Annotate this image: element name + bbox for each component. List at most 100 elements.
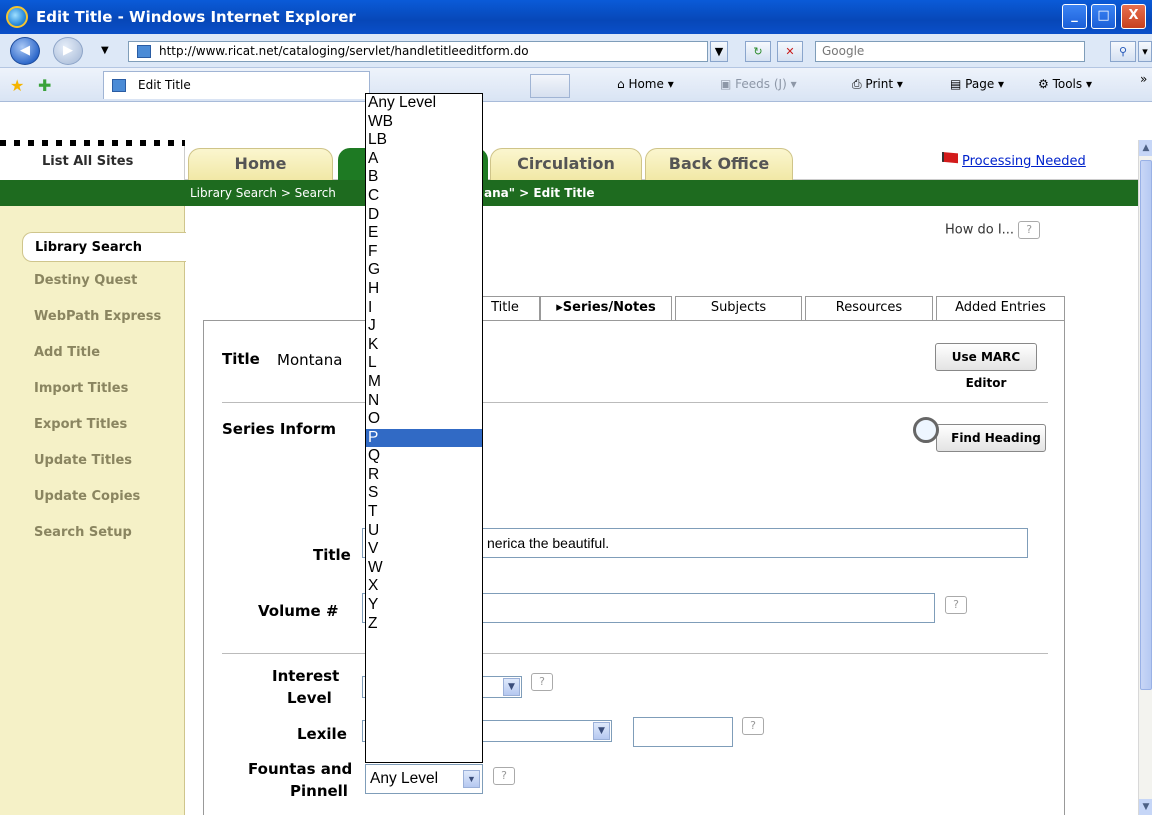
lexile-help-icon[interactable]: ? <box>742 717 764 735</box>
favorites-star-icon[interactable]: ★ <box>10 76 24 95</box>
dropdown-option[interactable]: K <box>366 336 482 355</box>
dropdown-option[interactable]: Q <box>366 447 482 466</box>
sidebar-item-import-titles[interactable]: Import Titles <box>34 381 128 396</box>
search-options-dropdown-icon[interactable]: ▾ <box>1138 41 1152 62</box>
home-button[interactable]: ⌂ Home ▾ <box>617 77 674 91</box>
dropdown-option[interactable]: Z <box>366 615 482 634</box>
scrollbar-thumb[interactable] <box>1140 160 1152 690</box>
tab-series-notes-label: Series/Notes <box>562 300 656 315</box>
series-title-label: Title <box>313 546 351 564</box>
fountas-pinnell-dropdown-list[interactable]: Any Level WB LB A B C D E F G H I J K L M N O P Q R S T U V W X Y Z <box>365 93 483 763</box>
divider <box>222 653 1048 654</box>
dropdown-option[interactable]: Y <box>366 596 482 615</box>
dropdown-option[interactable]: LB <box>366 131 482 150</box>
scroll-up-icon[interactable]: ▲ <box>1139 140 1152 156</box>
volume-help-icon[interactable]: ? <box>945 596 967 614</box>
find-heading-button[interactable]: Find Heading <box>913 417 1046 452</box>
browser-tab[interactable]: Edit Title <box>103 71 370 99</box>
sidebar-item-update-titles[interactable]: Update Titles <box>34 453 132 468</box>
tab-series-notes[interactable]: ▸Series/Notes <box>540 296 672 320</box>
fountas-pinnell-label-2: Pinnell <box>290 782 348 800</box>
search-icon[interactable]: ⚲ <box>1110 41 1136 62</box>
dropdown-option[interactable]: S <box>366 484 482 503</box>
dropdown-option[interactable]: D <box>366 206 482 225</box>
sidebar-item-export-titles[interactable]: Export Titles <box>34 417 127 432</box>
dropdown-option[interactable]: O <box>366 410 482 429</box>
list-all-sites-link[interactable]: List All Sites <box>0 140 185 180</box>
dropdown-option[interactable]: H <box>366 280 482 299</box>
vertical-scrollbar[interactable]: ▲ ▼ <box>1138 140 1152 815</box>
add-favorite-icon[interactable]: ✚ <box>38 76 51 95</box>
dropdown-option[interactable]: R <box>366 466 482 485</box>
dropdown-option[interactable]: A <box>366 150 482 169</box>
interest-level-label-2: Level <box>287 689 332 707</box>
dropdown-option[interactable]: U <box>366 522 482 541</box>
dropdown-option[interactable]: G <box>366 261 482 280</box>
dropdown-option[interactable]: X <box>366 577 482 596</box>
series-information-heading: Series Inform <box>222 420 336 438</box>
refresh-icon[interactable]: ↻ <box>745 41 771 62</box>
lexile-input[interactable] <box>633 717 733 747</box>
title-value: Montana <box>277 351 343 369</box>
dropdown-option[interactable]: M <box>366 373 482 392</box>
close-button[interactable]: X <box>1121 4 1146 29</box>
print-button[interactable]: ⎙ Print ▾ <box>852 77 903 92</box>
maximize-button[interactable]: □ <box>1091 4 1116 29</box>
dropdown-option[interactable]: C <box>366 187 482 206</box>
feeds-button[interactable]: ▣ Feeds (J) ▾ <box>720 77 797 91</box>
processing-needed-link[interactable]: Processing Needed <box>942 152 1086 169</box>
sidebar-item-search-setup[interactable]: Search Setup <box>34 525 132 540</box>
url-field[interactable]: http://www.ricat.net/cataloging/servlet/… <box>128 41 708 62</box>
tab-resources[interactable]: Resources <box>805 296 933 320</box>
fountas-pinnell-select[interactable]: Any Level ▼ <box>365 764 483 794</box>
chevron-down-icon: ▼ <box>463 770 480 788</box>
tab-subjects[interactable]: Subjects <box>675 296 802 320</box>
dropdown-option[interactable]: V <box>366 540 482 559</box>
recent-pages-dropdown-icon[interactable]: ▼ <box>101 45 109 56</box>
dropdown-option[interactable]: T <box>366 503 482 522</box>
home-label: Home <box>628 77 664 91</box>
breadcrumb-left[interactable]: Library Search > Search <box>190 180 336 206</box>
tab-added-entries[interactable]: Added Entries <box>936 296 1065 320</box>
search-input[interactable]: Google <box>815 41 1085 62</box>
sidebar-item-library-search[interactable]: Library Search <box>22 232 186 262</box>
page-menu-button[interactable]: ▤ Page ▾ <box>950 77 1004 91</box>
dropdown-option[interactable]: N <box>366 392 482 411</box>
window-title-bar: Edit Title - Windows Internet Explorer _… <box>0 0 1152 34</box>
tab-circulation[interactable]: Circulation <box>490 148 642 180</box>
back-button[interactable]: ◀ <box>10 37 40 65</box>
sidebar-item-add-title[interactable]: Add Title <box>34 345 100 360</box>
dropdown-option[interactable]: W <box>366 559 482 578</box>
tools-menu-button[interactable]: ⚙ Tools ▾ <box>1038 77 1092 91</box>
dropdown-option[interactable]: B <box>366 168 482 187</box>
help-icon[interactable]: ? <box>1018 221 1041 239</box>
url-dropdown-icon[interactable]: ▼ <box>710 41 728 62</box>
how-do-i-label: How do I... <box>945 222 1015 238</box>
dropdown-option[interactable]: Any Level <box>366 94 482 113</box>
new-tab-button[interactable] <box>530 74 570 98</box>
tab-home[interactable]: Home <box>188 148 333 180</box>
sidebar-item-webpath-express[interactable]: WebPath Express <box>34 309 161 324</box>
fountas-help-icon[interactable]: ? <box>493 767 515 785</box>
page-favicon-icon <box>137 45 151 58</box>
dropdown-option[interactable]: E <box>366 224 482 243</box>
sidebar-item-destiny-quest[interactable]: Destiny Quest <box>34 273 137 288</box>
minimize-button[interactable]: _ <box>1062 4 1087 29</box>
dropdown-option[interactable]: P <box>366 428 482 448</box>
scroll-down-icon[interactable]: ▼ <box>1139 799 1152 815</box>
stop-icon[interactable]: ✕ <box>777 41 803 62</box>
dropdown-option[interactable]: J <box>366 317 482 336</box>
internet-explorer-logo-icon <box>6 6 28 28</box>
sidebar-item-update-copies[interactable]: Update Copies <box>34 489 140 504</box>
how-do-i-link[interactable]: How do I... ? <box>945 221 1041 239</box>
dropdown-option[interactable]: I <box>366 299 482 318</box>
dropdown-option[interactable]: WB <box>366 113 482 132</box>
use-marc-editor-button[interactable]: Use MARC Editor <box>935 343 1037 390</box>
dropdown-option[interactable]: L <box>366 354 482 373</box>
dropdown-option[interactable]: F <box>366 243 482 262</box>
interest-level-help-icon[interactable]: ? <box>531 673 553 691</box>
tab-back-office[interactable]: Back Office <box>645 148 793 180</box>
forward-button[interactable]: ▶ <box>53 37 83 65</box>
address-bar: ◀ ▶ ▼ http://www.ricat.net/cataloging/se… <box>0 34 1152 68</box>
more-commands-icon[interactable]: » <box>1140 72 1147 86</box>
